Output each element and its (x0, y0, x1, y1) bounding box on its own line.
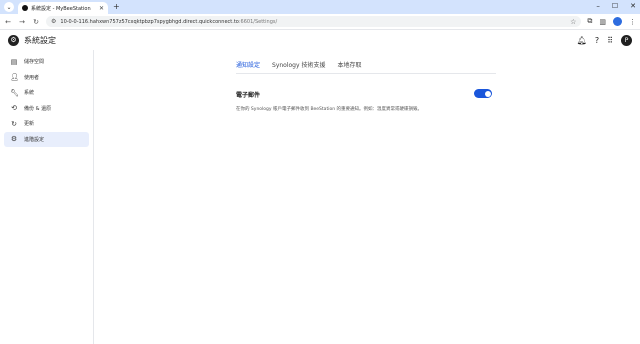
favicon-icon (22, 5, 28, 11)
sidepanel-icon[interactable]: ▥ (599, 18, 606, 26)
window-controls: – ☐ ✕ (596, 2, 636, 10)
settings-tabs: 通知設定 Synology 技術支援 本地存取 (236, 54, 373, 74)
email-description: 在你的 Synology 帳戶電子郵件收到 BeeStation 的重要通知。例… (236, 107, 422, 112)
settings-icon: ⚙ (10, 135, 18, 143)
url-text[interactable]: 10-0-0-116.hahxwn757z57cxqktpbzp7spygbhg… (60, 19, 566, 25)
wrench-icon: 🔧︎ (10, 88, 19, 97)
browser-menu-icon[interactable]: ⋮ (629, 18, 636, 26)
profile-avatar[interactable] (613, 17, 622, 26)
refresh-icon: ↻ (11, 119, 17, 128)
sidebar-item[interactable]: ▤ 儲存空間 (4, 54, 89, 69)
tab-0[interactable]: 通知設定 (236, 54, 270, 74)
sidebar-item-label: 更新 (24, 121, 35, 127)
tab-close-icon[interactable]: ✕ (99, 5, 104, 12)
browser-actions: ⧉ ▥ ⋮ (587, 17, 636, 26)
help-icon[interactable]: ? (595, 36, 599, 45)
maximize-icon[interactable]: ☐ (612, 2, 618, 10)
tab-search-icon[interactable]: ⌄ (4, 2, 14, 12)
main-content: 通知設定 Synology 技術支援 本地存取 電子郵件 在你的 Synology … (94, 50, 640, 344)
site-info-icon[interactable]: ⚙ (51, 18, 56, 25)
reload-icon[interactable]: ↻ (32, 18, 40, 26)
new-tab-button[interactable]: + (113, 2, 120, 11)
notification-bell-icon[interactable]: 🔔︎ (577, 36, 587, 45)
browser-toolbar: ← → ↻ ⚙ 10-0-0-116.hahxwn757z57cxqktpbzp… (0, 14, 640, 30)
sidebar: ▤ 儲存空間 👤︎ 使用者 🔧︎ 系統 ⟲ 備份 & 還原 ↻ 更新 ⚙ 進階設定 (0, 50, 94, 344)
sidebar-item-label: 使用者 (24, 74, 40, 81)
minimize-icon[interactable]: – (596, 2, 600, 10)
tabs-divider (236, 73, 496, 74)
url-path: :6601/Settings/ (238, 18, 278, 25)
apps-grid-icon[interactable]: ⠿ (607, 36, 613, 45)
extensions-icon[interactable]: ⧉ (587, 17, 592, 26)
email-toggle[interactable] (474, 89, 492, 98)
app-header: ⚙ 系統設定 🔔︎ ? ⠿ P (0, 30, 640, 50)
sidebar-item[interactable]: ↻ 更新 (4, 116, 89, 131)
browser-tabstrip: ⌄ 系統設定 - MyBeeStation ✕ + – ☐ ✕ (0, 0, 640, 14)
browser-tab-title: 系統設定 - MyBeeStation (31, 5, 91, 12)
window-close-icon[interactable]: ✕ (630, 2, 636, 10)
backup-icon: ⟲ (11, 104, 17, 112)
tab-2[interactable]: 本地存取 (337, 54, 371, 74)
sidebar-item[interactable]: 👤︎ 使用者 (4, 70, 89, 85)
sidebar-item[interactable]: ⚙ 進階設定 (4, 131, 89, 147)
tab-1[interactable]: Synology 技術支援 (272, 54, 335, 74)
back-icon[interactable]: ← (4, 18, 12, 26)
browser-tab[interactable]: 系統設定 - MyBeeStation ✕ (18, 2, 108, 14)
header-actions: 🔔︎ ? ⠿ P (577, 34, 632, 46)
sidebar-item[interactable]: ⟲ 備份 & 還原 (4, 101, 89, 116)
sidebar-item-label: 備份 & 還原 (24, 105, 52, 112)
sidebar-item-label: 系統 (24, 90, 35, 96)
settings-logo-icon: ⚙ (8, 34, 19, 46)
page-title: 系統設定 (24, 35, 56, 45)
toggle-knob (484, 90, 491, 97)
bookmark-star-icon[interactable]: ☆ (570, 18, 576, 26)
user-icon: 👤︎ (10, 73, 19, 81)
url-host: 10-0-0-116.hahxwn757z57cxqktpbzp7spygbhg… (60, 18, 239, 25)
storage-icon: ▤ (10, 57, 18, 66)
forward-icon[interactable]: → (18, 18, 26, 26)
address-bar[interactable]: ⚙ 10-0-0-116.hahxwn757z57cxqktpbzp7spygb… (46, 16, 582, 27)
sidebar-item[interactable]: 🔧︎ 系統 (4, 85, 89, 100)
user-avatar[interactable]: P (621, 34, 632, 46)
email-section-title: 電子郵件 (236, 92, 261, 99)
sidebar-item-label: 儲存空間 (24, 59, 45, 65)
sidebar-item-label: 進階設定 (24, 136, 45, 143)
